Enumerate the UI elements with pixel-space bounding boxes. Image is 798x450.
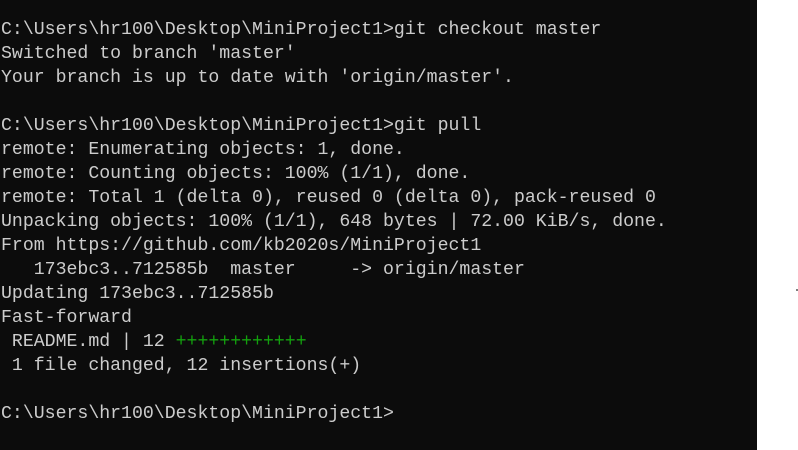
diffstat-line: README.md | 12 ++++++++++++ bbox=[1, 330, 667, 354]
output-line: Your branch is up to date with 'origin/m… bbox=[1, 68, 514, 88]
diffstat-file: README.md | 12 bbox=[1, 332, 176, 352]
desktop-margin bbox=[757, 0, 798, 450]
text-cursor bbox=[394, 418, 405, 421]
output-line: 173ebc3..712585b master -> origin/master bbox=[1, 260, 525, 280]
command-prompt-window[interactable]: C:\Users\hr100\Desktop\MiniProject1>git … bbox=[0, 0, 757, 450]
output-line: Fast-forward bbox=[1, 308, 132, 328]
output-line: remote: Counting objects: 100% (1/1), do… bbox=[1, 164, 471, 184]
prompt-line-checkout: C:\Users\hr100\Desktop\MiniProject1>git … bbox=[1, 18, 667, 42]
output-line: remote: Enumerating objects: 1, done. bbox=[1, 140, 405, 160]
prompt-path: C:\Users\hr100\Desktop\MiniProject1> bbox=[1, 404, 394, 424]
diffstat-insertion-marks: ++++++++++++ bbox=[175, 332, 307, 352]
prompt-path: C:\Users\hr100\Desktop\MiniProject1> bbox=[1, 116, 394, 136]
output-line: 1 file changed, 12 insertions(+) bbox=[1, 356, 362, 376]
screenshot: C:\Users\hr100\Desktop\MiniProject1>git … bbox=[0, 0, 798, 450]
typed-command: git checkout master bbox=[393, 20, 602, 40]
typed-command: git pull bbox=[393, 116, 482, 136]
output-line: From https://github.com/kb2020s/MiniProj… bbox=[1, 236, 482, 256]
prompt-line-pull: C:\Users\hr100\Desktop\MiniProject1>git … bbox=[1, 114, 667, 138]
output-line: remote: Total 1 (delta 0), reused 0 (del… bbox=[1, 188, 656, 208]
output-line: Updating 173ebc3..712585b bbox=[1, 284, 274, 304]
output-line: Unpacking objects: 100% (1/1), 648 bytes… bbox=[1, 212, 667, 232]
prompt-path: C:\Users\hr100\Desktop\MiniProject1> bbox=[1, 20, 394, 40]
output-line: Switched to branch 'master' bbox=[1, 44, 296, 64]
console-output[interactable]: C:\Users\hr100\Desktop\MiniProject1>git … bbox=[1, 18, 667, 426]
prompt-line-current: C:\Users\hr100\Desktop\MiniProject1> bbox=[1, 402, 667, 426]
